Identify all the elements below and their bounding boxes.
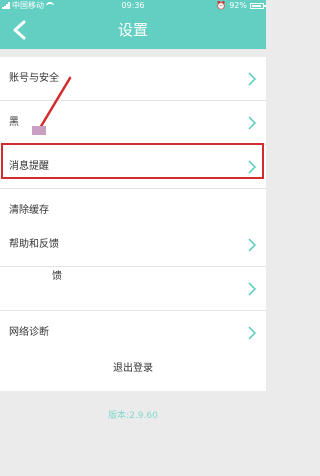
settings-item-label: 账号与安全 [9, 73, 59, 84]
battery-percent: 92% [229, 1, 247, 10]
settings-group-account: 账号与安全 黑 消息提醒 清除缓存 [0, 57, 266, 233]
version-label: 版本:2.9.60 [108, 411, 158, 421]
settings-item-help-feedback[interactable]: 帮助和反馈 [0, 223, 266, 267]
chevron-right-icon [248, 160, 256, 174]
chevron-right-icon [248, 72, 256, 86]
page-title: 设置 [117, 21, 148, 39]
status-bar: 中国移动 09:36 ⏰ 92% [0, 0, 266, 11]
settings-item-account-security[interactable]: 账号与安全 [0, 57, 266, 101]
app-header: 设置 [0, 11, 266, 49]
chevron-right-icon [248, 326, 256, 340]
settings-group-support: 帮助和反馈 馈 网络诊断 [0, 223, 266, 355]
settings-item-label: 馈 [52, 271, 62, 282]
chevron-right-icon [248, 238, 256, 252]
chevron-right-icon [248, 116, 256, 130]
settings-item-blacklist[interactable]: 黑 [0, 101, 266, 145]
settings-item-label: 消息提醒 [9, 161, 49, 172]
settings-item-notifications[interactable]: 消息提醒 [0, 145, 266, 189]
chevron-right-icon [248, 282, 256, 296]
settings-item-label: 黑 [9, 117, 19, 128]
logout-button[interactable]: 退出登录 [0, 347, 266, 391]
settings-item-feedback[interactable]: 馈 [0, 267, 266, 311]
battery-icon [250, 2, 266, 9]
alarm-icon: ⏰ [216, 1, 227, 10]
status-right: ⏰ 92% [216, 0, 266, 11]
